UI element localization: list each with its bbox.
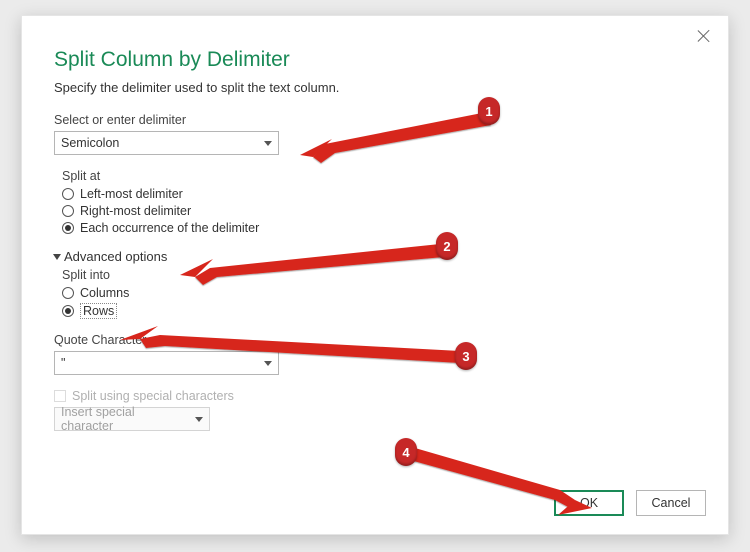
- checkbox-icon: [54, 390, 66, 402]
- advanced-options-label: Advanced options: [64, 249, 167, 264]
- special-char-checkbox[interactable]: Split using special characters: [54, 389, 696, 403]
- button-label: Cancel: [652, 496, 691, 510]
- quote-char-value: ": [61, 356, 65, 370]
- radio-each-occurrence[interactable]: Each occurrence of the delimiter: [62, 221, 696, 235]
- split-column-dialog: Split Column by Delimiter Specify the de…: [21, 15, 729, 535]
- triangle-down-icon: [53, 254, 61, 260]
- ok-button[interactable]: OK: [554, 490, 624, 516]
- advanced-options-toggle[interactable]: Advanced options: [54, 249, 696, 264]
- radio-label: Columns: [80, 286, 129, 300]
- dialog-body: Split Column by Delimiter Specify the de…: [22, 16, 728, 451]
- radio-icon: [62, 205, 74, 217]
- dialog-footer: OK Cancel: [554, 490, 706, 516]
- radio-label: Each occurrence of the delimiter: [80, 221, 259, 235]
- split-at-heading: Split at: [62, 169, 696, 183]
- delimiter-select[interactable]: Semicolon: [54, 131, 279, 155]
- cancel-button[interactable]: Cancel: [636, 490, 706, 516]
- close-icon[interactable]: [696, 28, 712, 44]
- radio-label: Left-most delimiter: [80, 187, 183, 201]
- radio-icon: [62, 222, 74, 234]
- insert-special-char-label: Insert special character: [61, 405, 189, 433]
- radio-label: Rows: [80, 303, 117, 319]
- radio-rows[interactable]: Rows: [62, 303, 696, 319]
- split-into-heading: Split into: [62, 268, 696, 282]
- quote-char-group: Quote Character ": [54, 333, 696, 375]
- advanced-section: Advanced options Split into Columns Rows…: [54, 249, 696, 431]
- chevron-down-icon: [195, 417, 203, 422]
- dialog-subtitle: Specify the delimiter used to split the …: [54, 80, 696, 95]
- dialog-title: Split Column by Delimiter: [54, 48, 696, 72]
- special-char-group: Split using special characters Insert sp…: [54, 389, 696, 431]
- radio-left-most[interactable]: Left-most delimiter: [62, 187, 696, 201]
- radio-columns[interactable]: Columns: [62, 286, 696, 300]
- quote-char-label: Quote Character: [54, 333, 696, 347]
- insert-special-char-button: Insert special character: [54, 407, 210, 431]
- split-at-group: Split at Left-most delimiter Right-most …: [62, 169, 696, 235]
- delimiter-label: Select or enter delimiter: [54, 113, 696, 127]
- button-label: OK: [580, 496, 598, 510]
- quote-char-select[interactable]: ": [54, 351, 279, 375]
- chevron-down-icon: [264, 361, 272, 366]
- radio-right-most[interactable]: Right-most delimiter: [62, 204, 696, 218]
- radio-icon: [62, 188, 74, 200]
- radio-label: Right-most delimiter: [80, 204, 191, 218]
- chevron-down-icon: [264, 141, 272, 146]
- radio-icon: [62, 287, 74, 299]
- delimiter-value: Semicolon: [61, 136, 119, 150]
- checkbox-label: Split using special characters: [72, 389, 234, 403]
- radio-icon: [62, 305, 74, 317]
